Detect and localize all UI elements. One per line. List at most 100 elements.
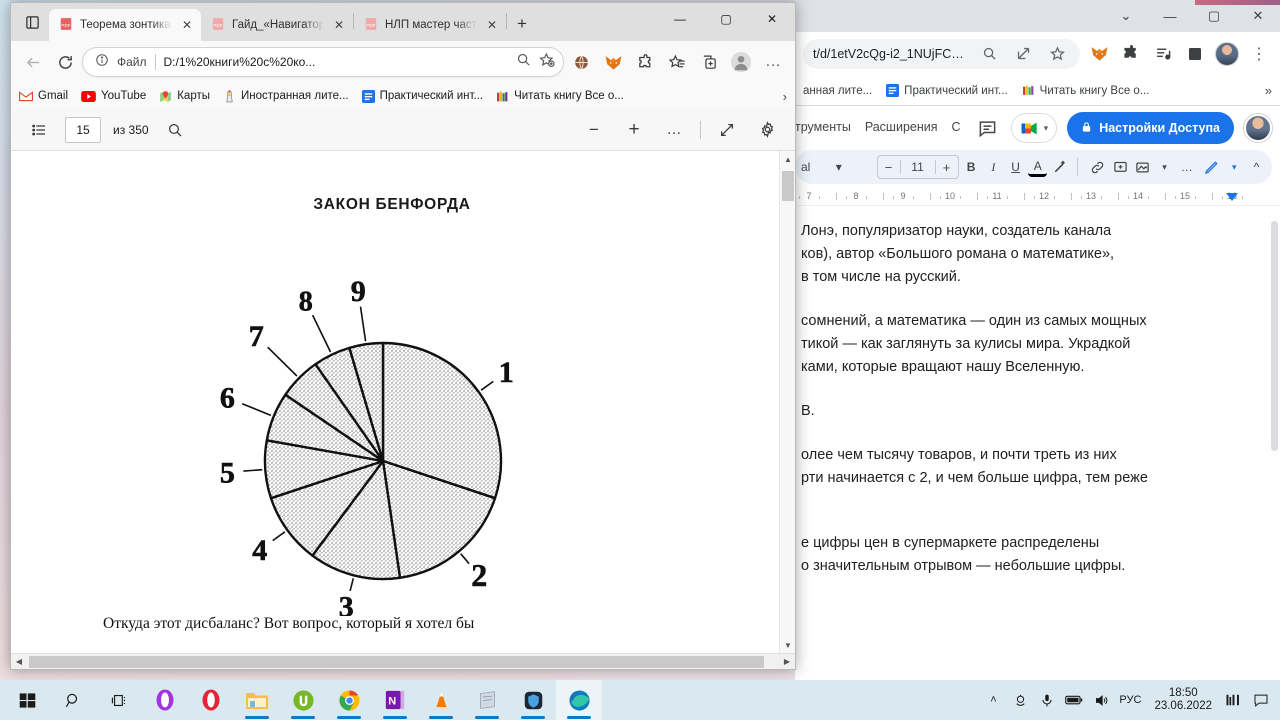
notification-icon[interactable] (1252, 693, 1270, 708)
task-view-button[interactable] (96, 680, 142, 720)
gear-icon[interactable] (753, 116, 781, 144)
pdf-more-options-icon[interactable]: … (660, 116, 688, 144)
chrome-collapse-button[interactable]: ⌄ (1104, 0, 1148, 32)
taskbar-chrome[interactable] (326, 680, 372, 720)
camera-icon[interactable] (1011, 693, 1029, 708)
back-arrow-icon[interactable] (18, 47, 48, 77)
new-tab-button[interactable]: + (507, 9, 537, 39)
pdf-page-viewport[interactable]: ЗАКОН БЕНФОРДА 123456789 Откуда этот дис… (11, 151, 795, 653)
edge-address-bar[interactable]: Файл D:/1%20книги%20с%20ко... (82, 47, 564, 77)
pdf-page-number-input[interactable]: 15 (65, 116, 101, 143)
browser-tab-2[interactable]: PDF Гайд_«Навигатор_п... ✕ (201, 9, 353, 41)
share-icon[interactable] (1010, 41, 1036, 67)
italic-button[interactable]: I (984, 154, 1003, 180)
bookmarks-overflow-icon[interactable]: » (1265, 83, 1272, 98)
chrome-minimize-button[interactable]: — (1148, 0, 1192, 32)
tab-search-icon[interactable] (15, 5, 49, 39)
bookmark-item[interactable]: Читать книгу Все о... (1022, 84, 1149, 97)
search-button[interactable] (50, 680, 96, 720)
scroll-down-icon[interactable]: ▼ (780, 637, 795, 653)
share-button[interactable]: Настройки Доступа (1067, 112, 1234, 144)
clock[interactable]: 18:50 23.06.2022 (1150, 687, 1216, 713)
taskbar-opera[interactable] (188, 680, 234, 720)
reload-icon[interactable] (50, 47, 80, 77)
tab-close-icon[interactable]: ✕ (331, 18, 347, 32)
taskbar-opera-gx[interactable] (142, 680, 188, 720)
tab-close-icon[interactable]: ✕ (179, 18, 195, 32)
bold-button[interactable]: B (962, 154, 981, 180)
gdocs-document-page[interactable]: Лонэ, популяризатор науки, создатель кан… (795, 206, 1280, 646)
font-family-value[interactable]: al (801, 160, 826, 174)
favorite-gmail[interactable]: Gmail (19, 90, 68, 102)
font-size-stepper[interactable]: − 11 + (876, 155, 959, 179)
globe-icon[interactable] (566, 47, 596, 77)
star-icon[interactable] (1044, 41, 1070, 67)
comment-icon[interactable] (975, 115, 1001, 141)
gdocs-ruler[interactable]: 7 8 9 10 11 12 13 14 15 16 (795, 188, 1280, 206)
gdocs-menu-item[interactable]: С (952, 120, 961, 134)
insert-chevron-icon[interactable]: ▾ (1155, 154, 1174, 180)
favorite-read-book[interactable]: Читать книгу Все о... (496, 90, 624, 103)
tab-close-icon[interactable]: ✕ (484, 18, 500, 32)
pdf-zoom-in-button[interactable]: + (620, 116, 648, 144)
add-collection-icon[interactable] (694, 47, 724, 77)
pdf-zoom-out-button[interactable]: − (580, 116, 608, 144)
table-of-contents-icon[interactable] (25, 116, 53, 144)
edge-browser-window[interactable]: PDF Теорема зонтика, и... ✕ PDF Гайд_«На… (10, 2, 796, 670)
fit-page-icon[interactable] (713, 116, 741, 144)
bookmark-item[interactable]: анная лите... (803, 85, 872, 97)
favorite-youtube[interactable]: YouTube (81, 90, 146, 102)
puzzle-extensions-icon[interactable] (1118, 41, 1144, 67)
favorites-overflow-icon[interactable]: › (783, 89, 787, 104)
volume-icon[interactable] (1092, 693, 1110, 708)
taskbar-shield-app[interactable] (510, 680, 556, 720)
zoom-icon[interactable] (976, 41, 1002, 67)
link-icon[interactable] (1088, 154, 1107, 180)
media-list-icon[interactable] (1150, 41, 1176, 67)
chrome-profile-avatar[interactable] (1214, 41, 1240, 67)
gdocs-account-avatar[interactable] (1244, 114, 1272, 142)
taskbar-onenote[interactable]: N (372, 680, 418, 720)
favorites-list-icon[interactable] (662, 47, 692, 77)
edit-mode-pencil-icon[interactable] (1202, 154, 1221, 180)
edge-minimize-button[interactable]: — (657, 3, 703, 35)
font-family-chevron-icon[interactable]: ▾ (829, 154, 848, 180)
pdf-vertical-scrollbar[interactable]: ▲ ▼ (779, 151, 795, 653)
zoom-find-icon[interactable] (516, 52, 531, 72)
font-size-decrease[interactable]: − (878, 160, 900, 175)
edit-mode-chevron-icon[interactable]: ▾ (1225, 154, 1244, 180)
microphone-icon[interactable] (1038, 693, 1056, 708)
chrome-address-bar[interactable]: t/d/1etV2cQg-i2_1NUjFCsJ... (803, 38, 1080, 69)
puzzle-extensions-icon[interactable] (630, 47, 660, 77)
tray-expand-chevron-icon[interactable]: ˄ (984, 694, 1002, 706)
favorite-maps[interactable]: Карты (159, 90, 210, 103)
highlighter-icon[interactable] (1050, 154, 1069, 180)
browser-tab-1[interactable]: PDF Теорема зонтика, и... ✕ (49, 9, 201, 41)
hscroll-left-icon[interactable]: ◀ (11, 657, 27, 666)
profile-avatar-icon[interactable] (726, 47, 756, 77)
metamask-fox-icon[interactable] (1086, 41, 1112, 67)
gdocs-menu-item[interactable]: трументы (795, 120, 851, 134)
gdocs-scrollbar[interactable] (1270, 106, 1279, 682)
font-size-value[interactable]: 11 (899, 160, 936, 174)
hscrollbar-thumb[interactable] (29, 655, 764, 668)
edge-maximize-button[interactable]: ▢ (703, 3, 749, 35)
collapse-toolbar-icon[interactable]: ^ (1247, 154, 1266, 180)
bookmark-item[interactable]: Практический инт... (886, 84, 1008, 97)
chrome-close-button[interactable]: ✕ (1236, 0, 1280, 32)
gdocs-menu-item[interactable]: Расширения (865, 120, 938, 134)
edge-settings-icon[interactable]: … (758, 47, 788, 77)
hscroll-right-icon[interactable]: ▶ (779, 657, 795, 666)
font-size-increase[interactable]: + (936, 160, 958, 175)
scrollbar-thumb[interactable] (782, 171, 794, 201)
chrome-menu-icon[interactable]: ⋮ (1246, 41, 1272, 67)
underline-button[interactable]: U (1006, 154, 1025, 180)
battery-icon[interactable] (1065, 694, 1083, 706)
text-color-button[interactable]: A (1028, 157, 1048, 177)
chrome-maximize-button[interactable]: ▢ (1192, 0, 1236, 32)
taskbar-vlc[interactable] (418, 680, 464, 720)
browser-tab-3[interactable]: PDF НЛП мастер часть 1... ✕ (354, 9, 506, 41)
taskbar-file-explorer[interactable] (234, 680, 280, 720)
info-icon[interactable] (95, 53, 109, 72)
ruler-indent-marker[interactable] (1226, 193, 1238, 201)
